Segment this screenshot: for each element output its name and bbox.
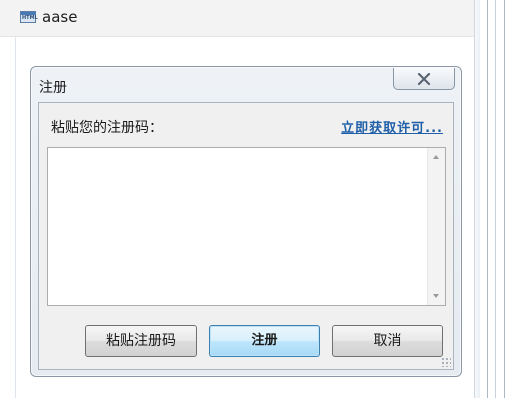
textarea-scrollbar[interactable] bbox=[427, 148, 445, 305]
license-code-prompt: 粘贴您的注册码： bbox=[51, 120, 163, 136]
dialog-content: 粘贴您的注册码： 立即获取许可... 粘贴注册码 注册 取消 bbox=[38, 102, 454, 370]
html-file-icon-label: HTML bbox=[22, 15, 38, 21]
window-border-line bbox=[15, 36, 16, 398]
dialog-title: 注册 bbox=[39, 80, 67, 96]
register-dialog: 注册 粘贴您的注册码： 立即获取许可... 粘贴注册码 注册 取消 bbox=[30, 66, 462, 377]
scroll-down-icon[interactable] bbox=[433, 294, 439, 298]
html-file-icon: HTML bbox=[20, 11, 38, 23]
resize-grip-icon[interactable] bbox=[441, 357, 451, 367]
background-window-edges bbox=[480, 0, 507, 398]
app-titlebar: HTML aase bbox=[0, 0, 474, 37]
close-icon bbox=[417, 72, 431, 85]
close-button[interactable] bbox=[393, 68, 455, 90]
scroll-up-icon[interactable] bbox=[433, 155, 439, 159]
get-license-link[interactable]: 立即获取许可... bbox=[341, 117, 443, 136]
cancel-button[interactable]: 取消 bbox=[332, 325, 443, 357]
license-code-textarea[interactable] bbox=[47, 147, 446, 306]
app-title: aase bbox=[42, 8, 78, 26]
paste-code-button[interactable]: 粘贴注册码 bbox=[85, 325, 197, 357]
register-button[interactable]: 注册 bbox=[209, 325, 320, 357]
